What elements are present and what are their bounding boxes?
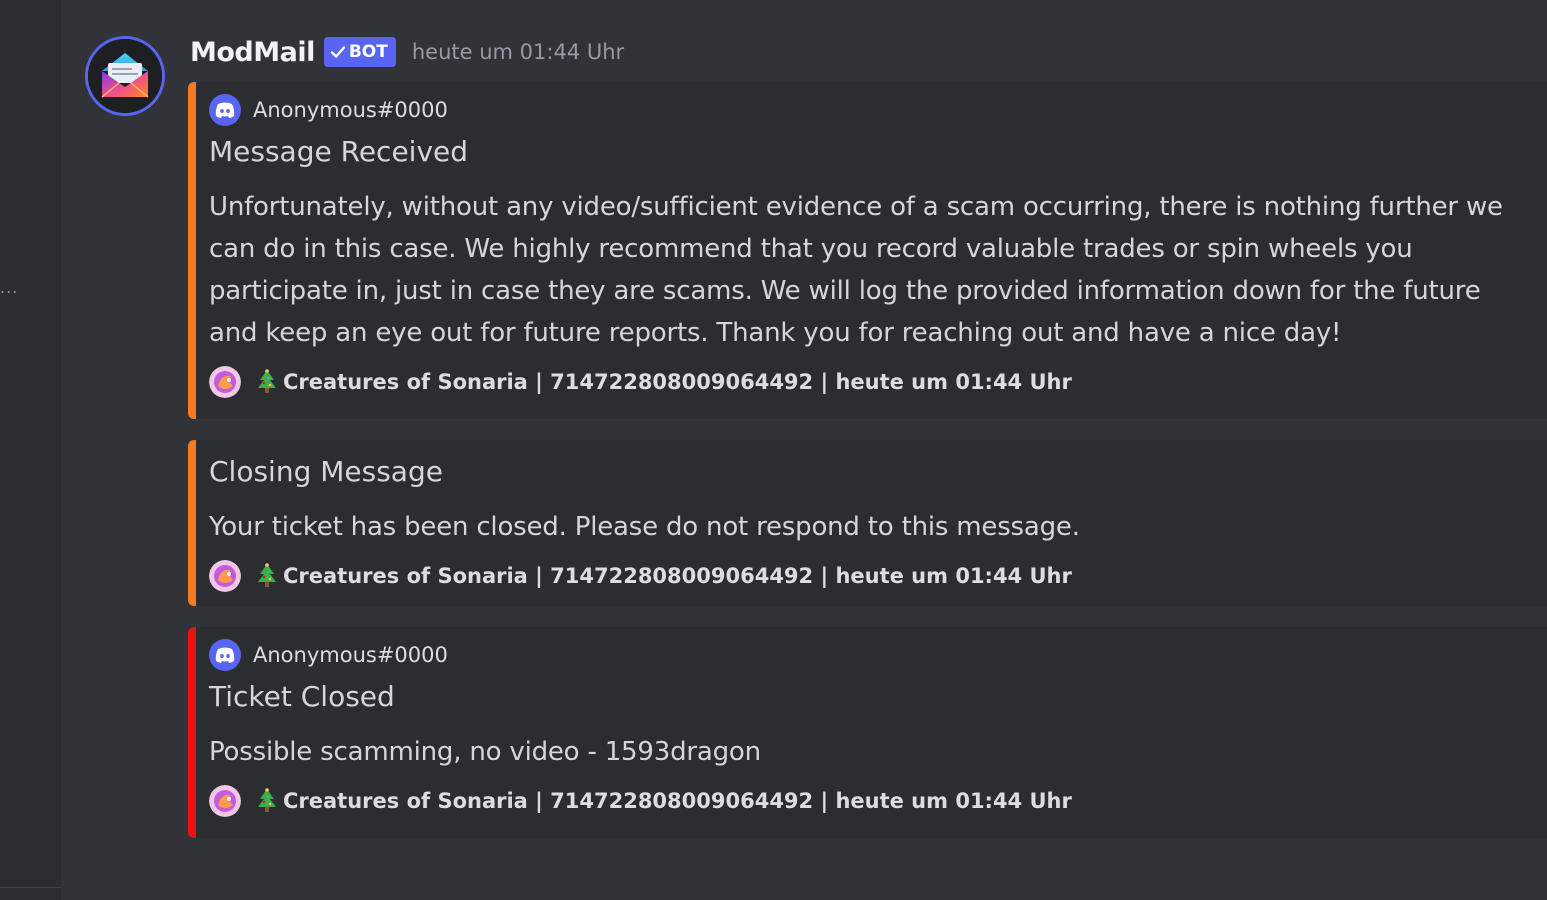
bot-avatar[interactable] <box>85 36 165 116</box>
author-username[interactable]: ModMail <box>190 37 315 68</box>
embed-author: Anonymous#0000 <box>209 94 1531 126</box>
embed-footer-text: Creatures of Sonaria | 71472280800906449… <box>283 789 1072 813</box>
embed-description: Unfortunately, without any video/suffici… <box>209 192 1503 348</box>
checkmark-icon <box>330 46 346 58</box>
sidebar-divider <box>0 887 61 888</box>
server-icon <box>209 366 241 398</box>
embed-author: Anonymous#0000 <box>209 639 1531 671</box>
message-timestamp[interactable]: heute um 01:44 Uhr <box>412 40 624 64</box>
embed-author-name: Anonymous#0000 <box>253 98 448 122</box>
message-header: ModMail BOT heute um 01:44 Uhr <box>190 30 624 74</box>
mail-envelope-icon <box>88 39 162 113</box>
embed-footer-text: Creatures of Sonaria | 71472280800906449… <box>283 370 1072 394</box>
christmas-tree-icon <box>255 562 279 590</box>
embed-title: Message Received <box>209 135 469 168</box>
embed-ticket-closed: Anonymous#0000 Ticket Closed Possible sc… <box>188 627 1547 838</box>
server-icon <box>209 560 241 592</box>
embed-closing-message: Closing Message Your ticket has been clo… <box>188 440 1547 606</box>
discord-icon <box>209 94 241 126</box>
embed-message-received: Anonymous#0000 Message Received Unfortun… <box>188 82 1547 419</box>
discord-icon <box>209 639 241 671</box>
embed-author-name: Anonymous#0000 <box>253 643 448 667</box>
embed-footer: Creatures of Sonaria | 71472280800906449… <box>209 558 1531 594</box>
bot-tag-label: BOT <box>348 42 388 62</box>
embed-description: Your ticket has been closed. Please do n… <box>209 512 1080 542</box>
christmas-tree-icon <box>255 787 279 815</box>
embed-title: Ticket Closed <box>209 680 395 713</box>
more-icon[interactable]: ... <box>0 278 18 297</box>
bot-tag: BOT <box>323 37 396 67</box>
embed-footer-text: Creatures of Sonaria | 71472280800906449… <box>283 564 1072 588</box>
embed-description: Possible scamming, no video - 1593dragon <box>209 737 761 767</box>
embed-footer: Creatures of Sonaria | 71472280800906449… <box>209 783 1531 819</box>
christmas-tree-icon <box>255 368 279 396</box>
left-sidebar-strip: ... <box>0 0 61 900</box>
embed-footer: Creatures of Sonaria | 71472280800906449… <box>209 364 1531 400</box>
server-icon <box>209 785 241 817</box>
embed-title: Closing Message <box>209 455 443 488</box>
